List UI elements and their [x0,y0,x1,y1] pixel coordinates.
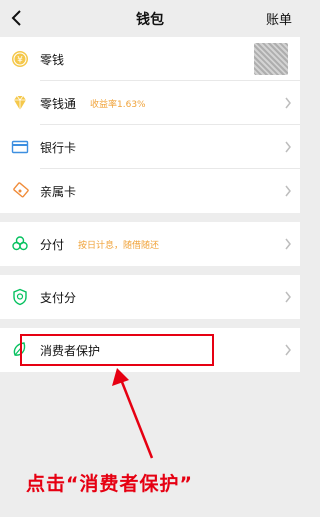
annotation-caption: 点击“消费者保护” [26,473,193,495]
annotation-arrow [112,368,154,459]
